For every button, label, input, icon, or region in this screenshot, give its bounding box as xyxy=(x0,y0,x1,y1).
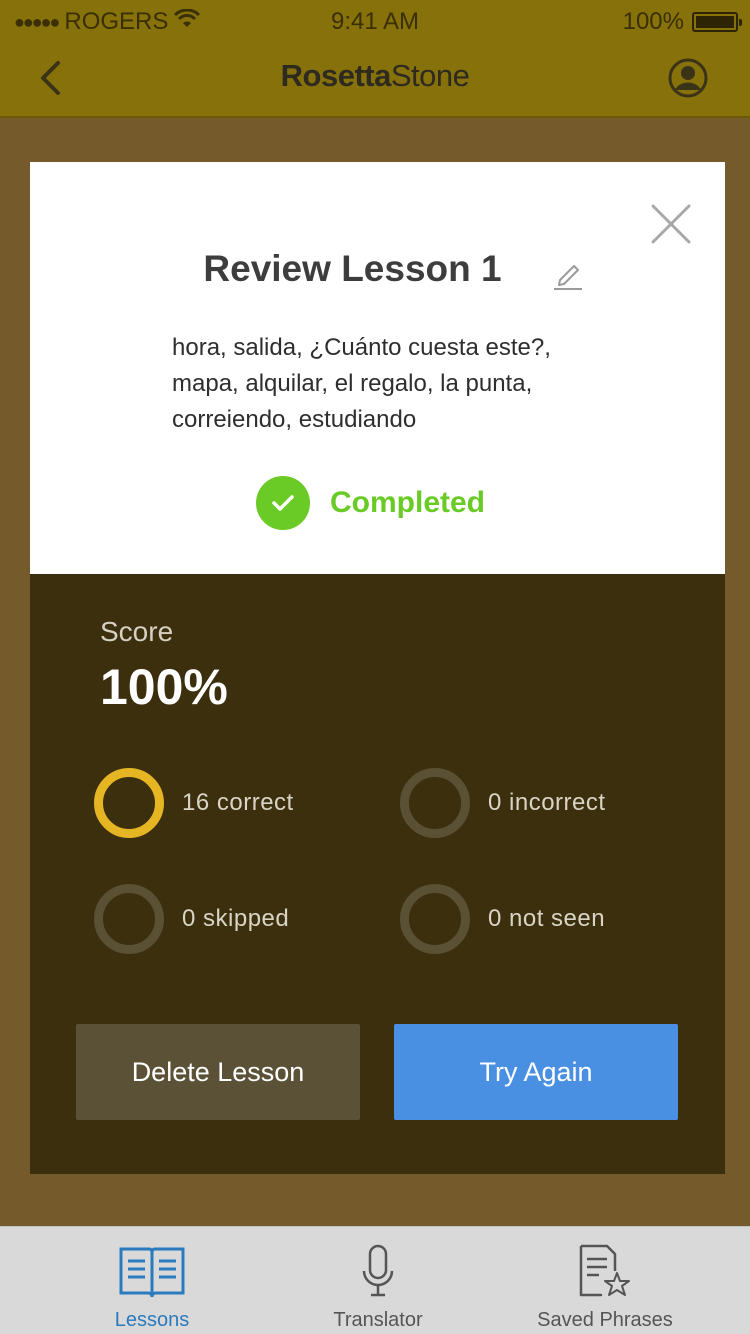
battery-percent: 100% xyxy=(622,8,684,35)
stat-skipped-label: 0 skipped xyxy=(182,905,290,932)
lesson-title: Review Lesson 1 xyxy=(203,248,502,289)
pencil-icon xyxy=(554,265,582,290)
check-icon xyxy=(256,476,310,530)
brand-name-light: Stone xyxy=(390,58,470,93)
brand-logo: RosettaStone xyxy=(0,58,750,94)
score-label: Score xyxy=(100,616,174,647)
completion-label: Completed xyxy=(330,486,486,519)
tab-saved-phrases-label: Saved Phrases xyxy=(537,1309,673,1331)
score-value: 100% xyxy=(100,659,228,715)
stat-incorrect-label: 0 incorrect xyxy=(488,789,606,816)
microphone-icon xyxy=(362,1244,394,1297)
not-seen-ring-icon xyxy=(400,884,470,954)
tab-bar: Lessons Translator Saved Phrases xyxy=(0,1226,750,1334)
tab-lessons[interactable]: Lessons xyxy=(72,1227,232,1334)
lesson-card: Review Lesson 1 hora, salida, ¿Cuánto cu… xyxy=(30,162,725,574)
edit-title-button[interactable] xyxy=(552,258,584,292)
book-icon xyxy=(119,1247,185,1298)
lesson-word-list: hora, salida, ¿Cuánto cuesta este?, mapa… xyxy=(172,334,551,433)
incorrect-ring-icon xyxy=(400,768,470,838)
tab-lessons-label: Lessons xyxy=(114,1309,190,1331)
tab-translator-label: Translator xyxy=(333,1309,423,1331)
document-star-icon xyxy=(579,1244,630,1297)
try-again-button[interactable]: Try Again xyxy=(394,1024,678,1120)
close-button[interactable] xyxy=(649,202,693,246)
delete-lesson-button[interactable]: Delete Lesson xyxy=(76,1024,360,1120)
stat-incorrect: 0 incorrect xyxy=(400,768,606,838)
completion-status: Completed xyxy=(256,476,485,530)
battery-status: 100% xyxy=(622,8,742,36)
stat-not-seen: 0 not seen xyxy=(400,884,605,954)
close-icon xyxy=(651,204,691,244)
correct-ring-icon xyxy=(94,768,164,838)
tab-translator[interactable]: Translator xyxy=(298,1227,458,1334)
battery-icon xyxy=(692,12,742,32)
stat-skipped: 0 skipped xyxy=(94,884,289,954)
results-panel: Score 100% 16 correct 0 incorrect 0 skip… xyxy=(30,574,725,1174)
nav-bar: RosettaStone xyxy=(0,40,750,118)
user-circle-icon xyxy=(668,58,708,98)
stat-not-seen-label: 0 not seen xyxy=(488,905,606,932)
profile-button[interactable] xyxy=(666,56,710,100)
brand-name-bold: Rosetta xyxy=(280,58,392,93)
status-bar: ●●●●● ROGERS 9:41 AM 100% xyxy=(0,0,750,40)
stat-correct-label: 16 correct xyxy=(182,789,294,816)
stat-correct: 16 correct xyxy=(94,768,294,838)
skipped-ring-icon xyxy=(94,884,164,954)
tab-saved-phrases[interactable]: Saved Phrases xyxy=(520,1227,690,1334)
